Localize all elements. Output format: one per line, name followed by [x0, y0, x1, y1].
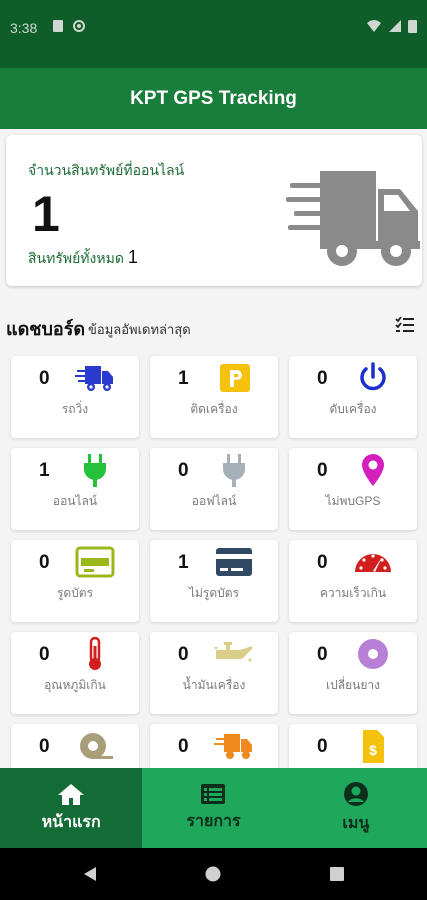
- tile-count: 0: [317, 552, 328, 573]
- recents-icon[interactable]: [329, 866, 345, 882]
- tile-label: เปลี่ยนยาง: [326, 678, 380, 692]
- tile-label: ออฟไลน์: [191, 494, 237, 508]
- system-navigation-bar: [0, 848, 427, 900]
- online-assets-card[interactable]: จำนวนสินทรัพย์ที่ออนไลน์ 1 สินทรัพย์ทั้ง…: [6, 135, 422, 286]
- tile-card-swiped[interactable]: 0 รูดบัตร: [11, 540, 139, 622]
- bottom-navigation: หน้าแรก รายการ เมนู: [0, 768, 427, 848]
- list-icon: [201, 783, 226, 804]
- tile-online[interactable]: 1 ออนไลน์: [11, 448, 139, 530]
- nav-list-label: รายการ: [186, 812, 241, 830]
- tile-card-not-swiped[interactable]: 1 ไม่รูดบัตร: [150, 540, 278, 622]
- status-system-icons: [366, 19, 417, 33]
- tile-label: ติดเครื่อง: [190, 402, 238, 416]
- home-button-icon[interactable]: [205, 866, 221, 882]
- tile-engine-off[interactable]: 0 ดับเครื่อง: [289, 356, 417, 438]
- parking-icon: [220, 364, 250, 392]
- tile-count: 0: [39, 552, 50, 573]
- tile-label: รถวิ่ง: [61, 402, 89, 416]
- svg-text:$: $: [369, 742, 377, 758]
- status-bar: 3:38: [0, 0, 427, 68]
- tile-label: อุณหภูมิเกิน: [44, 678, 106, 692]
- wifi-icon: [367, 20, 381, 32]
- tile-count: 0: [39, 736, 50, 757]
- tile-count: 0: [317, 736, 328, 757]
- dashboard-title: แดชบอร์ด: [6, 319, 86, 339]
- plug-online-icon: [84, 454, 106, 487]
- online-assets-label: จำนวนสินทรัพย์ที่ออนไลน์: [28, 162, 185, 178]
- oil-can-icon: [214, 642, 252, 662]
- battery-icon: [408, 20, 417, 33]
- nav-menu[interactable]: เมนู: [285, 768, 427, 848]
- tape-icon: [80, 733, 113, 759]
- back-icon[interactable]: [82, 866, 98, 882]
- tile-count: 1: [178, 552, 189, 573]
- tile-count: 0: [178, 460, 189, 481]
- thermometer-icon: [89, 636, 101, 670]
- nav-home-label: หน้าแรก: [41, 813, 101, 831]
- truck-icon: [286, 171, 420, 266]
- tile-engine-oil[interactable]: 0 น้ำมันเครื่อง: [150, 632, 278, 714]
- tile-overspeed[interactable]: 0 ความเร็วเกิน: [289, 540, 417, 622]
- tile-count: 0: [39, 644, 50, 665]
- moving-truck-icon: [75, 366, 113, 391]
- tile-engine-on[interactable]: 1 ติดเครื่อง: [150, 356, 278, 438]
- tile-label: ไม่รูดบัตร: [188, 586, 240, 600]
- tile-label: น้ำมันเครื่อง: [182, 678, 246, 692]
- tile-count: 0: [178, 644, 189, 665]
- tile-offline[interactable]: 0 ออฟไลน์: [150, 448, 278, 530]
- tire-icon: [358, 639, 388, 669]
- tile-count: 0: [317, 644, 328, 665]
- total-assets-label: สินทรัพย์ทั้งหมด: [28, 250, 124, 266]
- tile-label: ออนไลน์: [52, 494, 98, 508]
- nav-list[interactable]: รายการ: [142, 768, 284, 848]
- tile-label: ไม่พบGPS: [325, 494, 381, 508]
- card-swiped-icon: [75, 546, 115, 578]
- online-assets-count: 1: [32, 186, 60, 242]
- app-bar: KPT GPS Tracking: [0, 68, 427, 129]
- tile-count: 1: [178, 368, 189, 389]
- card-not-swiped-icon: [216, 548, 252, 576]
- tile-count: 0: [317, 460, 328, 481]
- tile-label: ความเร็วเกิน: [319, 586, 387, 600]
- tile-count: 0: [178, 736, 189, 757]
- dashboard-subtitle: ข้อมูลอัพเดทล่าสุด: [88, 322, 191, 337]
- tile-count: 0: [39, 368, 50, 389]
- tile-count: 1: [39, 460, 50, 481]
- status-notification-icons: [52, 19, 86, 33]
- tile-label: รูดบัตร: [56, 586, 94, 600]
- nav-menu-label: เมนู: [342, 814, 370, 832]
- power-icon: [360, 362, 386, 391]
- tile-no-gps[interactable]: 0 ไม่พบGPS: [289, 448, 417, 530]
- tile-label: ดับเครื่อง: [329, 402, 377, 416]
- status-time: 3:38: [10, 20, 38, 36]
- tile-tire-change[interactable]: 0 เปลี่ยนยาง: [289, 632, 417, 714]
- speedometer-icon: [355, 554, 391, 572]
- plug-offline-icon: [223, 454, 245, 487]
- location-pin-icon: [362, 454, 384, 486]
- nav-home[interactable]: หน้าแรก: [0, 768, 143, 848]
- delivery-truck-icon: [214, 734, 252, 759]
- home-icon: [58, 783, 85, 805]
- tile-overtemp[interactable]: 0 อุณหภูมิเกิน: [11, 632, 139, 714]
- app-title: KPT GPS Tracking: [130, 87, 297, 109]
- sim-card-icon: [53, 20, 63, 32]
- checklist-icon[interactable]: [395, 316, 415, 334]
- total-assets-count: 1: [127, 247, 138, 267]
- tile-count: 0: [317, 368, 328, 389]
- tile-moving[interactable]: 0 รถวิ่ง: [11, 356, 139, 438]
- user-circle-icon: [343, 781, 368, 806]
- total-assets: สินทรัพย์ทั้งหมด 1: [28, 247, 138, 270]
- signal-icon: [389, 20, 401, 32]
- sync-icon: [73, 20, 85, 32]
- invoice-icon: $: [363, 730, 384, 763]
